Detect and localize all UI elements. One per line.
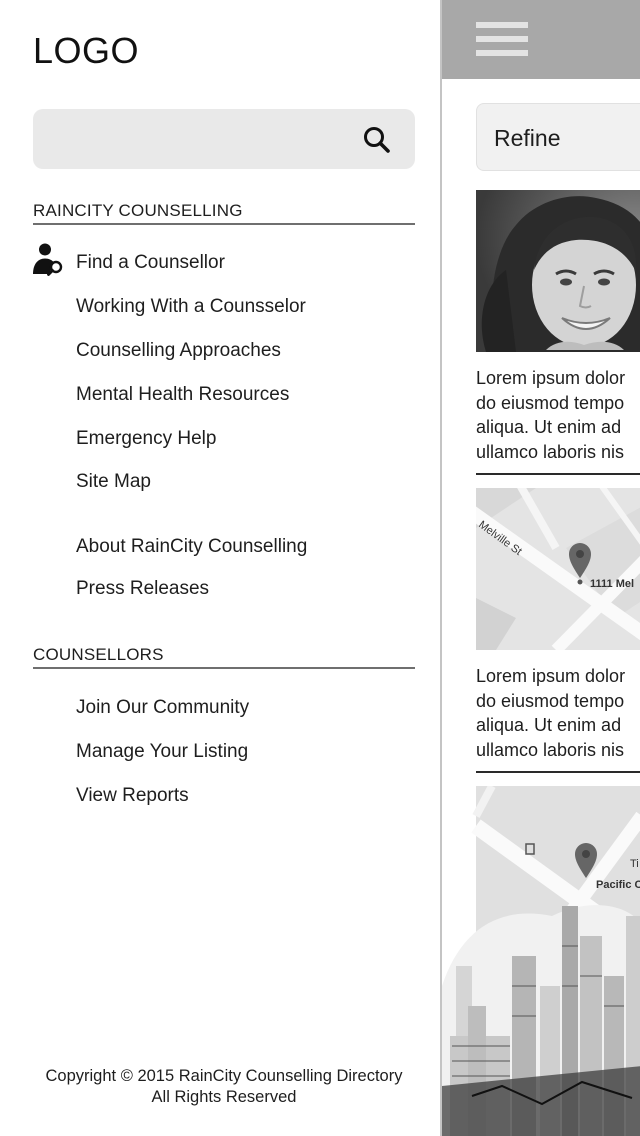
location-map-2[interactable]: Ti Pacific C	[442, 786, 640, 1136]
menu-item-site-map[interactable]: Site Map	[76, 471, 151, 493]
user-search-icon	[33, 243, 63, 276]
menu-item-view-reports[interactable]: View Reports	[76, 785, 189, 807]
menu-item-emergency-help[interactable]: Emergency Help	[76, 428, 216, 450]
card-2-description: Lorem ipsum dolor do eiusmod tempo aliqu…	[476, 666, 626, 760]
menu-item-mental-health-resources[interactable]: Mental Health Resources	[76, 384, 289, 406]
search-icon[interactable]	[362, 125, 392, 155]
navigation-drawer: LOGO RAINCITY COUNSELLING Find a Counsel…	[0, 0, 440, 1136]
copyright-text: Copyright © 2015 RainCity Counselling Di…	[45, 1067, 403, 1085]
menu-item-about[interactable]: About RainCity Counselling	[76, 536, 307, 558]
main-content: Refine Lorem ipsum dolor do eiusmod temp…	[440, 0, 640, 1136]
search-box[interactable]	[33, 109, 415, 169]
map-place-label-b: Pacific C	[596, 879, 640, 891]
counsellor-photo[interactable]	[476, 190, 640, 352]
copyright-footer: Copyright © 2015 RainCity Counselling Di…	[0, 1066, 448, 1108]
menu-item-working-with-a-counsellor[interactable]: Working With a Counsselor	[76, 296, 306, 318]
card-divider	[476, 473, 640, 475]
menu-item-press-releases[interactable]: Press Releases	[76, 578, 209, 600]
section-header-raincity: RAINCITY COUNSELLING	[33, 201, 415, 225]
menu-item-join-our-community[interactable]: Join Our Community	[76, 697, 249, 719]
rights-text: All Rights Reserved	[151, 1088, 297, 1106]
menu-item-find-a-counsellor[interactable]: Find a Counsellor	[76, 252, 225, 274]
search-input[interactable]	[47, 109, 357, 169]
card-divider	[476, 771, 640, 773]
map-place-label-a: Ti	[630, 858, 639, 870]
top-bar	[442, 0, 640, 79]
menu-item-manage-your-listing[interactable]: Manage Your Listing	[76, 741, 248, 763]
logo: LOGO	[33, 30, 140, 71]
map-address-label: 1111 Mel	[590, 578, 634, 590]
location-map[interactable]: Melville St 1111 Mel	[476, 488, 640, 650]
hamburger-icon[interactable]	[476, 22, 528, 56]
refine-label: Refine	[494, 125, 561, 151]
menu-item-counselling-approaches[interactable]: Counselling Approaches	[76, 340, 281, 362]
card-1-description: Lorem ipsum dolor do eiusmod tempo aliqu…	[476, 368, 626, 462]
section-header-counsellors: COUNSELLORS	[33, 645, 415, 669]
refine-button[interactable]: Refine	[476, 103, 640, 171]
